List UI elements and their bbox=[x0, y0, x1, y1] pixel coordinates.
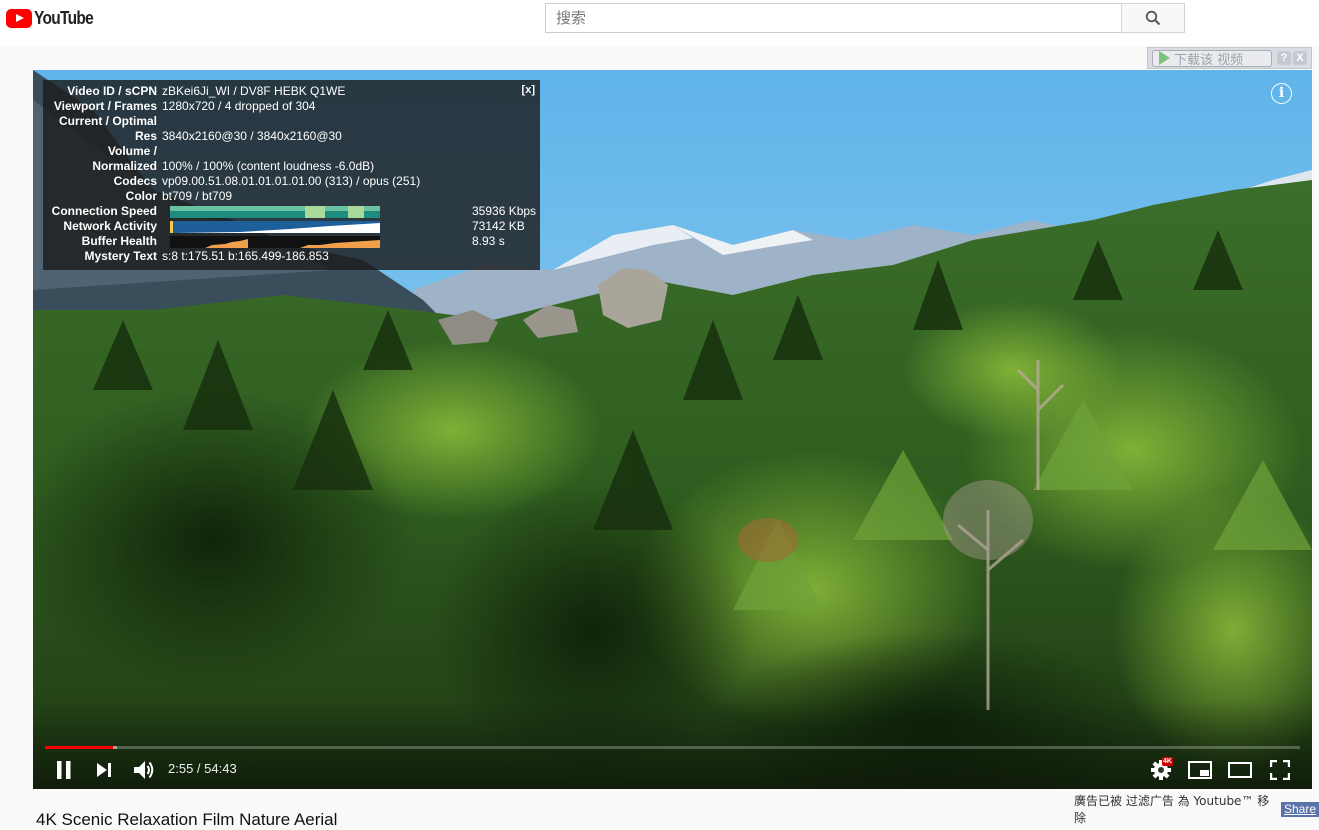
network-activity-graph bbox=[170, 221, 380, 233]
fullscreen-button[interactable] bbox=[1265, 758, 1295, 782]
progress-played bbox=[45, 746, 113, 749]
connection-speed-value: 35936 Kbps bbox=[472, 204, 537, 218]
help-button[interactable]: ? bbox=[1277, 51, 1291, 65]
stats-for-nerds-panel: [x] Video ID / sCPN zBKei6Ji_WI / DV8F HE… bbox=[43, 80, 540, 270]
ad-removed-text: 廣告已被 过滤广告 為 Youtube™ 移除 bbox=[1074, 794, 1270, 825]
youtube-play-icon bbox=[6, 9, 32, 28]
close-stats-button[interactable]: [x] bbox=[522, 84, 535, 96]
video-player[interactable]: [x] Video ID / sCPN zBKei6Ji_WI / DV8F HE… bbox=[33, 70, 1312, 789]
play-icon bbox=[1159, 51, 1170, 65]
logo-text: YouTube bbox=[34, 8, 94, 28]
download-toolbar: 下载该 视频 ? X bbox=[1147, 47, 1312, 69]
info-button[interactable]: i bbox=[1271, 83, 1292, 104]
search-bar bbox=[545, 3, 1185, 33]
download-video-button[interactable]: 下载该 视频 bbox=[1152, 49, 1272, 68]
progress-bar[interactable] bbox=[45, 746, 1300, 749]
settings-button[interactable]: 4K bbox=[1147, 757, 1175, 782]
pause-icon bbox=[57, 761, 71, 779]
close-toolbar-button[interactable]: X bbox=[1293, 51, 1307, 65]
next-button[interactable] bbox=[91, 758, 117, 782]
miniplayer-icon bbox=[1188, 761, 1212, 779]
mute-button[interactable] bbox=[129, 758, 159, 782]
stats-row: Viewport / Frames 1280x720 / 4 dropped of… bbox=[53, 99, 316, 113]
search-button[interactable] bbox=[1121, 3, 1185, 33]
stats-row: Color bt709 / bt709 bbox=[125, 189, 233, 203]
download-label: 下载该 视频 bbox=[1174, 52, 1244, 68]
video-title: 4K Scenic Relaxation Film Nature Aerial bbox=[36, 810, 338, 829]
search-input[interactable] bbox=[545, 3, 1121, 33]
search-icon bbox=[1145, 10, 1161, 26]
stats-row: Mystery Text s:8 t:175.51 b:165.499-186.8… bbox=[84, 249, 329, 263]
buffer-health-value: 8.93 s bbox=[472, 234, 505, 248]
theater-icon bbox=[1228, 762, 1252, 778]
buffer-health-graph bbox=[170, 236, 380, 248]
theater-mode-button[interactable] bbox=[1225, 758, 1255, 782]
stats-row: Codecs vp09.00.51.08.01.01.01.01.00 (313)… bbox=[113, 174, 421, 188]
ad-removed-notice: 廣告已被 过滤广告 為 Youtube™ 移除 Share bbox=[1074, 792, 1319, 826]
stats-row: Connection Speed bbox=[51, 204, 157, 218]
next-icon bbox=[97, 763, 111, 777]
fullscreen-icon bbox=[1270, 760, 1290, 780]
stats-row: Normalized 100% / 100% (content loudness … bbox=[92, 159, 375, 173]
quality-badge: 4K bbox=[1162, 757, 1173, 766]
stats-row: Video ID / sCPN zBKei6Ji_WI / DV8F HEBK Q… bbox=[67, 84, 346, 98]
time-display: 2:55 / 54:43 bbox=[168, 761, 237, 776]
connection-speed-graph bbox=[170, 206, 380, 218]
pause-button[interactable] bbox=[51, 758, 77, 782]
volume-icon bbox=[134, 761, 154, 779]
stats-row: Network Activity bbox=[63, 219, 157, 233]
youtube-logo[interactable]: YouTube bbox=[6, 8, 103, 29]
share-button[interactable]: Share bbox=[1280, 801, 1319, 817]
network-activity-value: 73142 KB bbox=[472, 219, 525, 233]
stats-row: Current / Optimal bbox=[58, 114, 157, 128]
stats-row: Volume / bbox=[107, 144, 157, 158]
top-bar: YouTube bbox=[0, 0, 1319, 46]
miniplayer-button[interactable] bbox=[1185, 758, 1215, 782]
stats-row: Res 3840x2160@30 / 3840x2160@30 bbox=[134, 129, 342, 143]
stats-row: Buffer Health bbox=[81, 234, 157, 248]
